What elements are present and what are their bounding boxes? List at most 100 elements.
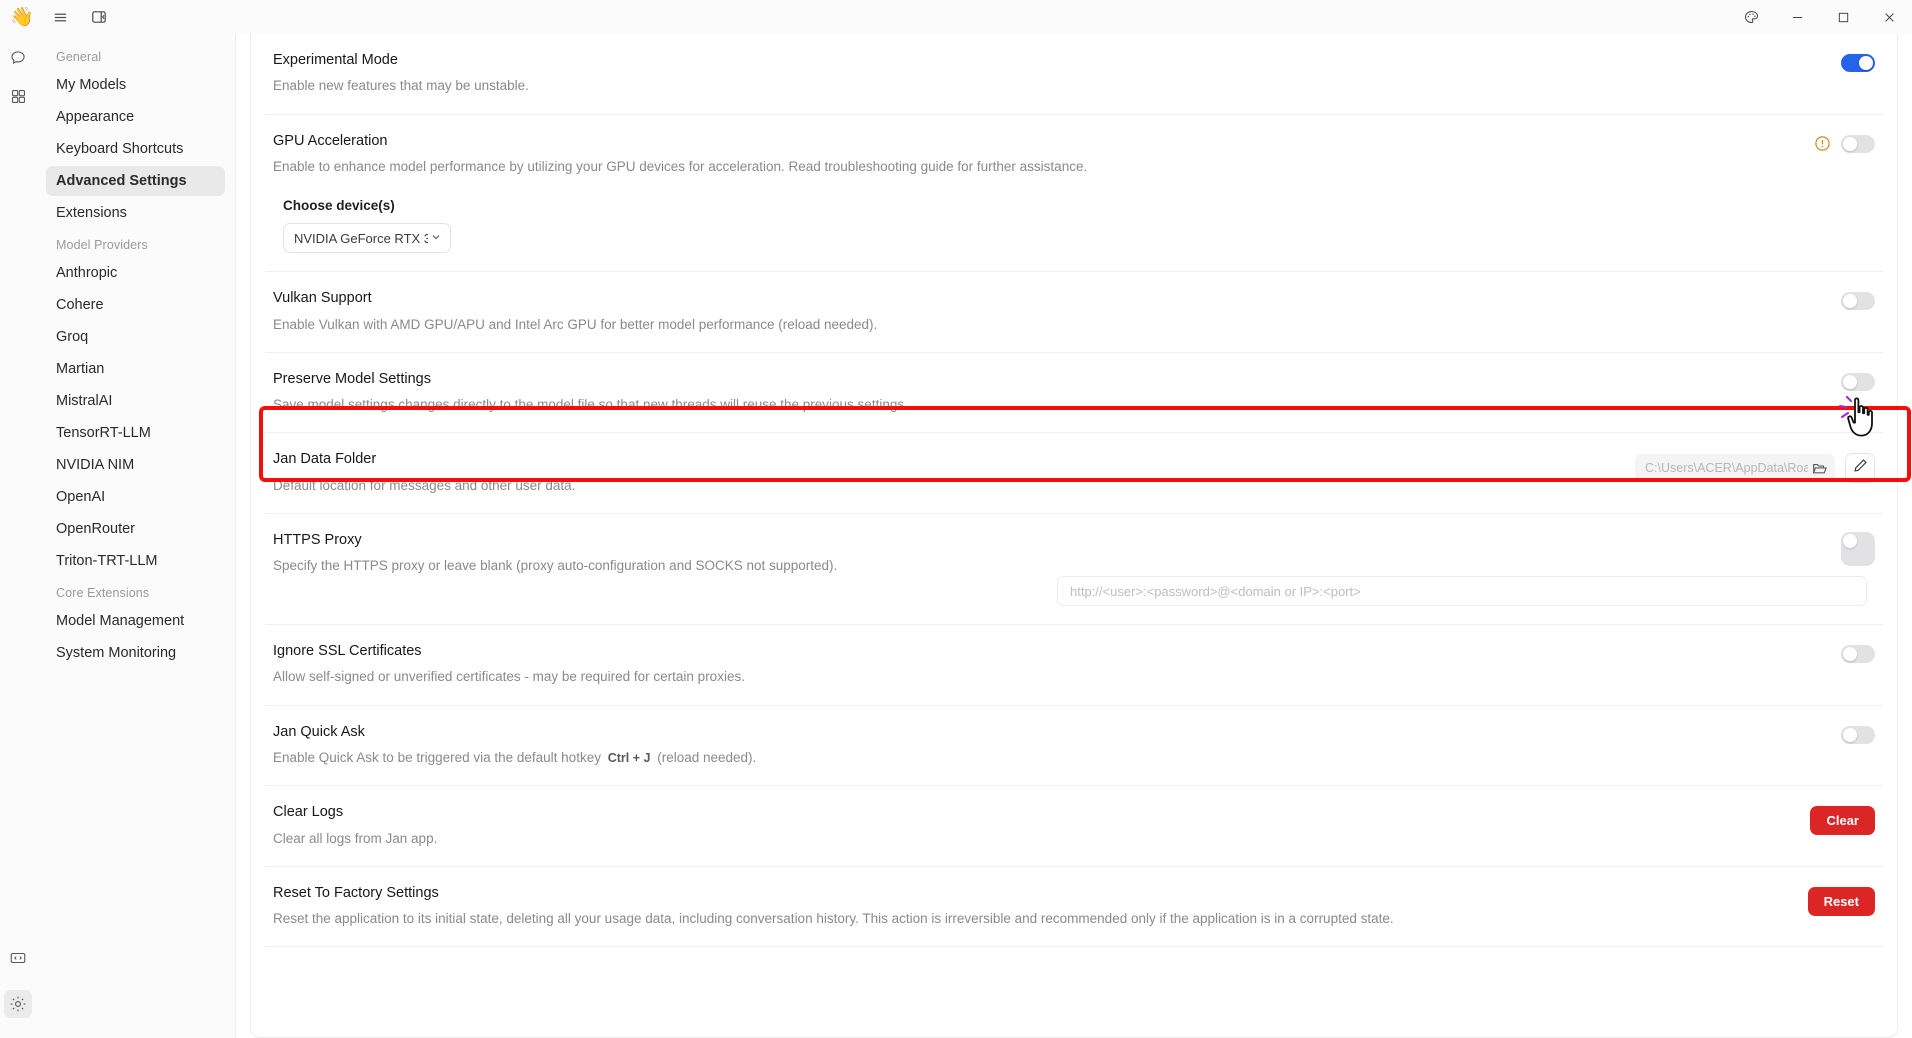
edit-data-folder-button[interactable]: [1845, 453, 1875, 484]
jan-quick-ask-controls: [1841, 724, 1875, 744]
sidebar-item-tensorrt-llm[interactable]: TensorRT-LLM: [46, 418, 225, 448]
toggle-knob: [1843, 374, 1857, 389]
experimental-mode-controls: [1841, 52, 1875, 72]
jan-data-folder-desc: Default location for messages and other …: [273, 477, 576, 493]
code-icon[interactable]: [4, 944, 32, 972]
jan-quick-ask-hotkey: Ctrl + J: [607, 751, 651, 766]
ignore-ssl-desc: Allow self-signed or unverified certific…: [273, 669, 745, 685]
sidebar-item-mistralai[interactable]: MistralAI: [46, 386, 225, 416]
choose-device-select[interactable]: NVIDIA GeForce RTX 3050: [283, 223, 451, 254]
app-body: General My Models Appearance Keyboard Sh…: [0, 34, 1912, 1038]
rail-bottom-group: [0, 944, 36, 1028]
gpu-acceleration-texts: GPU Acceleration Enable to enhance model…: [273, 133, 1814, 177]
reset-factory-button[interactable]: Reset: [1807, 886, 1875, 916]
window-minimize-button[interactable]: [1774, 0, 1820, 34]
https-proxy-input[interactable]: http://<user>:<password>@<domain or IP>:…: [1057, 576, 1867, 607]
clear-logs-controls: Clear: [1810, 804, 1875, 836]
preserve-model-settings-toggle[interactable]: [1841, 372, 1875, 391]
sidebar-item-appearance[interactable]: Appearance: [46, 102, 225, 132]
window-maximize-button[interactable]: [1820, 0, 1866, 34]
sidebar-item-system-monitoring[interactable]: System Monitoring: [46, 638, 225, 668]
https-proxy-controls: http://<user>:<password>@<domain or IP>:…: [1057, 532, 1875, 607]
gpu-acceleration-title: GPU Acceleration: [273, 132, 388, 149]
gpu-acceleration-toggle[interactable]: [1841, 134, 1875, 153]
palette-icon[interactable]: [1728, 0, 1774, 34]
jan-quick-ask-desc: Enable Quick Ask to be triggered via the…: [273, 749, 1821, 767]
clear-logs-button[interactable]: Clear: [1810, 806, 1875, 836]
vulkan-support-controls: [1841, 290, 1875, 311]
sidebar-item-my-models[interactable]: My Models: [46, 70, 225, 100]
waving-hand-icon: 👋: [10, 6, 34, 28]
ignore-ssl-title: Ignore SSL Certificates: [273, 643, 422, 660]
sidebar-item-openrouter[interactable]: OpenRouter: [46, 514, 225, 544]
reset-factory-desc: Reset the application to its initial sta…: [273, 911, 1394, 927]
vulkan-support-desc: Enable Vulkan with AMD GPU/APU and Intel…: [273, 316, 878, 332]
setting-row-jan-quick-ask: Jan Quick Ask Enable Quick Ask to be tri…: [265, 706, 1883, 787]
sidebar-item-advanced-settings[interactable]: Advanced Settings: [46, 166, 225, 196]
sidebar-item-nvidia-nim[interactable]: NVIDIA NIM: [46, 450, 225, 480]
folder-open-icon[interactable]: [1812, 461, 1827, 476]
vulkan-support-toggle[interactable]: [1841, 292, 1875, 311]
gpu-acceleration-desc: Enable to enhance model performance by u…: [273, 159, 1088, 174]
titlebar-left-controls: 👋: [0, 6, 110, 28]
hub-icon[interactable]: [4, 82, 32, 110]
gear-icon[interactable]: [4, 990, 32, 1018]
setting-row-preserve-model-settings: Preserve Model Settings Save model setti…: [265, 353, 1883, 434]
ignore-ssl-texts: Ignore SSL Certificates Allow self-signe…: [273, 643, 1841, 687]
experimental-mode-desc: Enable new features that may be unstable…: [273, 78, 529, 94]
setting-row-reset-factory-settings: Reset To Factory Settings Reset the appl…: [265, 867, 1883, 948]
window-close-button[interactable]: [1866, 0, 1912, 34]
sidebar-item-cohere[interactable]: Cohere: [46, 290, 225, 320]
toggle-knob: [1843, 647, 1857, 662]
choose-device-block: Choose device(s) NVIDIA GeForce RTX 3050: [265, 182, 1883, 273]
https-proxy-stack: http://<user>:<password>@<domain or IP>:…: [1057, 532, 1875, 607]
chat-icon[interactable]: [4, 44, 32, 72]
vulkan-support-title: Vulkan Support: [273, 290, 372, 307]
jan-quick-ask-desc-before: Enable Quick Ask to be triggered via the…: [273, 750, 601, 766]
hamburger-menu-icon[interactable]: [50, 6, 72, 28]
advanced-settings-panel: Experimental Mode Enable new features th…: [250, 34, 1911, 1038]
preserve-model-settings-title: Preserve Model Settings: [273, 370, 431, 387]
toggle-knob: [1843, 534, 1857, 549]
settings-main: Experimental Mode Enable new features th…: [236, 34, 1912, 1038]
sidebar-group-model-providers: Model Providers: [56, 238, 148, 252]
preserve-model-settings-desc: Save model settings changes directly to …: [273, 397, 908, 413]
toggle-knob: [1843, 136, 1857, 151]
sidebar-item-extensions[interactable]: Extensions: [46, 198, 225, 228]
window-controls: [1728, 0, 1912, 34]
experimental-mode-title: Experimental Mode: [273, 52, 398, 68]
sidebar-group-general: General: [56, 50, 102, 64]
sidebar-group-core-extensions: Core Extensions: [56, 586, 150, 600]
setting-row-ignore-ssl-certificates: Ignore SSL Certificates Allow self-signe…: [265, 625, 1883, 706]
sidebar-item-groq[interactable]: Groq: [46, 322, 225, 352]
https-proxy-toggle[interactable]: [1841, 532, 1875, 567]
jan-data-folder-path[interactable]: C:\Users\ACER\AppData\Roaming: [1635, 454, 1835, 483]
sidebar-item-triton-trt-llm[interactable]: Triton-TRT-LLM: [46, 546, 225, 576]
jan-quick-ask-title: Jan Quick Ask: [273, 723, 365, 740]
jan-data-folder-texts: Jan Data Folder Default location for mes…: [273, 451, 1635, 495]
ignore-ssl-controls: [1841, 643, 1875, 664]
sidebar-item-anthropic[interactable]: Anthropic: [46, 258, 225, 288]
setting-row-gpu-acceleration: GPU Acceleration Enable to enhance model…: [265, 115, 1883, 183]
https-proxy-desc: Specify the HTTPS proxy or leave blank (…: [273, 558, 838, 574]
setting-row-vulkan-support: Vulkan Support Enable Vulkan with AMD GP…: [265, 272, 1883, 353]
alert-circle-icon[interactable]: [1814, 135, 1831, 152]
clear-logs-texts: Clear Logs Clear all logs from Jan app.: [273, 804, 1810, 848]
toggle-knob: [1843, 294, 1857, 309]
ignore-ssl-toggle[interactable]: [1841, 645, 1875, 664]
chevron-down-icon: [430, 231, 442, 246]
primary-icon-rail: [0, 34, 36, 1038]
sidebar-item-openai[interactable]: OpenAI: [46, 482, 225, 512]
sidebar-item-keyboard-shortcuts[interactable]: Keyboard Shortcuts: [46, 134, 225, 164]
jan-quick-ask-toggle[interactable]: [1841, 725, 1875, 744]
https-proxy-title: HTTPS Proxy: [273, 532, 362, 549]
jan-quick-ask-texts: Jan Quick Ask Enable Quick Ask to be tri…: [273, 724, 1841, 768]
experimental-mode-toggle[interactable]: [1841, 54, 1875, 72]
setting-row-https-proxy: HTTPS Proxy Specify the HTTPS proxy or l…: [265, 514, 1883, 626]
setting-row-clear-logs: Clear Logs Clear all logs from Jan app. …: [265, 786, 1883, 867]
sidebar-item-martian[interactable]: Martian: [46, 354, 225, 384]
gpu-acceleration-controls: [1814, 133, 1875, 153]
sidebar-item-model-management[interactable]: Model Management: [46, 606, 225, 636]
toggle-knob: [1859, 56, 1873, 70]
collapse-panel-icon[interactable]: [88, 6, 110, 28]
